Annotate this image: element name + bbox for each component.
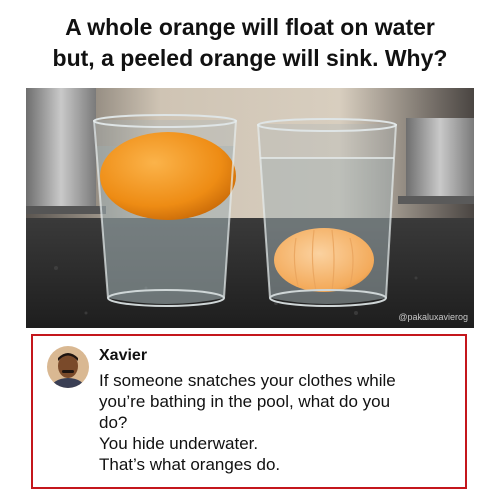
headline-line-2: but, a peeled orange will sink. Why? (52, 45, 448, 71)
photo-watermark: @pakaluxavierog (398, 312, 468, 322)
comment-line: you’re bathing in the pool, what do you (99, 392, 391, 411)
orange-glasses-photo: @pakaluxavierog (26, 88, 474, 328)
avatar (47, 346, 89, 388)
comment-line: You hide underwater. (99, 434, 259, 453)
comment-author: Xavier (99, 347, 148, 364)
comment-line: do? (99, 413, 128, 432)
right-glass (257, 118, 397, 307)
comment-box: Xavier If someone snatches your clothes … (31, 334, 467, 489)
peeled-orange (274, 228, 374, 292)
comment-line: If someone snatches your clothes while (99, 371, 396, 390)
whole-orange (100, 132, 236, 220)
comment-line: That’s what oranges do. (99, 455, 281, 474)
meme-headline: A whole orange will float on water but, … (0, 12, 500, 74)
left-glass (93, 114, 237, 307)
comment-text: If someone snatches your clothes while y… (99, 370, 454, 475)
headline-line-1: A whole orange will float on water (65, 14, 435, 40)
